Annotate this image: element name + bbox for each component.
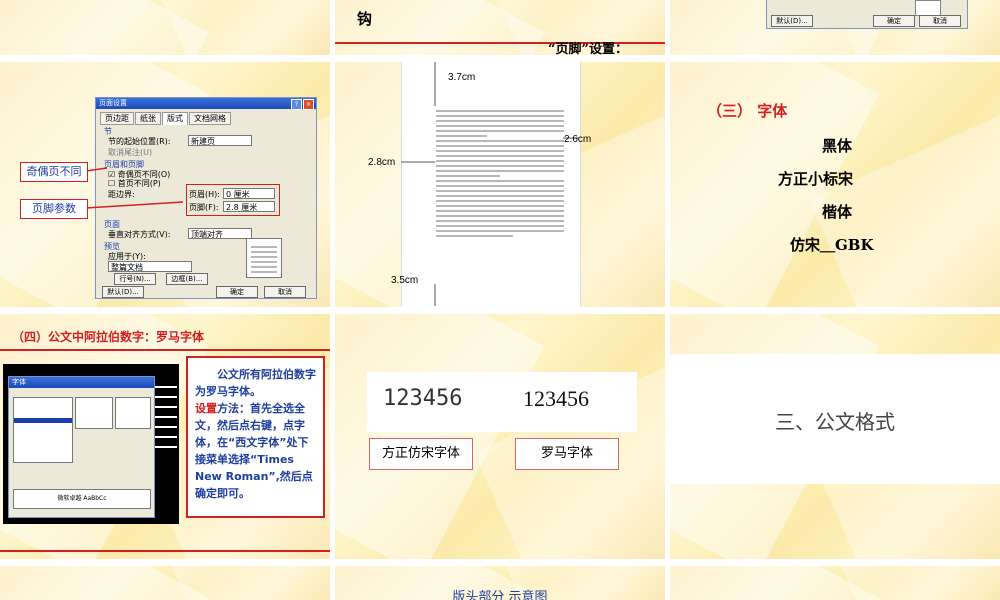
slide-7-title-underline <box>0 349 330 351</box>
margin-indicators <box>401 62 579 306</box>
left-margin-label: 2.8cm <box>368 157 396 168</box>
instruction-setup-text: 方法：首先全选全文，然后点右键，点字体，在“西文字体”处下接菜单选择“Times… <box>195 402 313 500</box>
style-list[interactable] <box>75 397 113 429</box>
cancel-button[interactable]: 取消 <box>919 15 961 27</box>
callout-arrows <box>85 167 184 209</box>
slide-3-dialog-fragment: 默认(D)... 确定 取消 <box>766 0 968 29</box>
slide-2-word: 钩 <box>357 10 373 28</box>
default-button[interactable]: 默认(D)... <box>771 15 813 27</box>
fonts-heading: （三） 字体 <box>707 102 788 120</box>
top-margin-label: 3.7cm <box>448 72 476 83</box>
format-title: 三、公文格式 <box>775 410 895 434</box>
font-fangsong-gbk: 仿宋＿GBK <box>790 236 874 254</box>
instruction-p2: 设置方法：首先全选全文，然后点右键，点字体，在“西文字体”处下接菜单选择“Tim… <box>195 400 316 502</box>
ok-button[interactable]: 确定 <box>873 15 915 27</box>
slide-10[interactable] <box>0 566 330 600</box>
slide-5-margins[interactable]: 3.7cm 2.6cm 2.8cm 3.5cm <box>335 62 665 307</box>
slide-8-font-compare[interactable]: 123456 123456 方正仿宋字体 罗马字体 <box>335 314 665 559</box>
slide-11[interactable]: 版头部分 示意图 <box>335 566 665 600</box>
slide-4-page-setup[interactable]: 页面设置 ? × 页边距 纸张 版式 文档网格 节 节的起始位置(R): 新建页… <box>0 62 330 307</box>
font-dialog-titlebar: 字体 <box>9 377 154 388</box>
font-dialog: 字体 微软卓越 AaBbCc <box>8 376 155 518</box>
numeral-fangzheng-sample: 123456 <box>383 386 463 411</box>
callout-odd-even: 奇偶页不同 <box>20 162 88 182</box>
bottom-margin-label: 3.5cm <box>391 275 419 286</box>
instruction-p1: 公文所有阿拉伯数字为罗马字体。 <box>195 368 316 398</box>
font-dialog-screenshot: 字体 微软卓越 AaBbCc <box>3 364 179 524</box>
font-kaiti: 楷体 <box>822 203 853 221</box>
background-document-text <box>155 378 177 456</box>
slide-1[interactable] <box>0 0 330 55</box>
instruction-setup-label: 设置 <box>195 402 217 415</box>
label-roman-font: 罗马字体 <box>515 438 619 470</box>
slide-7-bottom-line <box>0 550 330 552</box>
slide-2[interactable]: 钩 “页脚”设置： <box>335 0 665 55</box>
slide-7-arabic-numerals[interactable]: （四）公文中阿拉伯数字：罗马字体 字体 微软卓越 AaBbCc 公文所有阿拉伯数… <box>0 314 330 559</box>
font-list[interactable] <box>13 397 73 463</box>
font-heiti: 黑体 <box>822 137 853 155</box>
callout-footer-params: 页脚参数 <box>20 199 88 219</box>
footer-setting-label: “页脚”设置： <box>548 42 628 55</box>
font-fangzheng-xiaobiaosong: 方正小标宋 <box>778 170 854 188</box>
right-margin-label: 2.6cm <box>564 134 592 145</box>
instruction-box: 公文所有阿拉伯数字为罗马字体。 设置方法：首先全选全文，然后点右键，点字体，在“… <box>186 356 325 518</box>
slide-11-title: 版头部分 示意图 <box>452 590 548 600</box>
size-list[interactable] <box>115 397 151 429</box>
slide-12[interactable] <box>670 566 1000 600</box>
font-preview-box: 微软卓越 AaBbCc <box>13 489 151 509</box>
slide-3[interactable]: 默认(D)... 确定 取消 <box>670 0 1000 55</box>
label-fangzheng-font: 方正仿宋字体 <box>369 438 473 470</box>
slide-6-fonts[interactable]: （三） 字体 黑体 方正小标宋 楷体 仿宋＿GBK <box>670 62 1000 307</box>
slide-7-title: （四）公文中阿拉伯数字：罗马字体 <box>12 330 205 344</box>
slide-9-format-title[interactable]: 三、公文格式 <box>670 314 1000 559</box>
numeral-roman-sample: 123456 <box>523 386 589 411</box>
